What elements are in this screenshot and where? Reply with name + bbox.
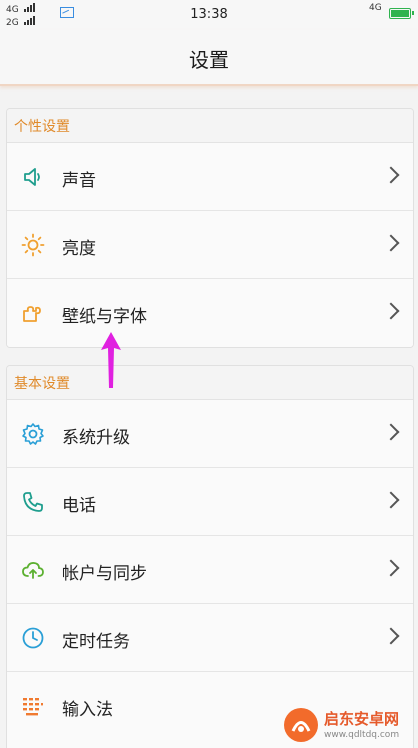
speaker-icon [24,168,40,186]
gear-icon [22,423,44,445]
settings-item-wallpaper-font[interactable]: 壁纸与字体 [7,279,413,347]
chevron-right-icon [382,166,400,184]
watermark-url: www.qdltdq.com [324,730,400,740]
settings-item-label: 壁纸与字体 [62,307,147,327]
settings-item-label: 系统升级 [62,428,130,448]
watermark: 启东安卓网 www.qdltdq.com [282,700,418,748]
settings-item-label: 电话 [62,496,96,516]
watermark-logo-icon [284,708,318,742]
keyboard-icon [23,698,43,716]
section-personalization: 个性设置 声音 亮度 壁纸与字体 [6,108,414,348]
settings-item-brightness[interactable]: 亮度 [7,211,413,279]
settings-item-label: 声音 [62,171,96,191]
phone-icon [23,492,43,512]
status-bar: 4G 2G 13:38 4G [0,0,418,30]
clock-icon [22,627,44,649]
settings-item-system-update[interactable]: 系统升级 [7,400,413,468]
sun-icon [21,233,45,257]
chevron-right-icon [382,559,400,577]
chevron-right-icon [382,627,400,645]
settings-item-scheduled-tasks[interactable]: 定时任务 [7,604,413,672]
status-time: 13:38 [190,7,228,22]
puzzle-icon [23,306,41,322]
battery-fill [391,10,409,17]
settings-item-label: 帐户与同步 [62,564,147,584]
network-indicator-right: 4G [369,3,382,13]
section-header: 基本设置 [7,366,413,400]
chevron-right-icon [382,234,400,252]
chevron-right-icon [382,491,400,509]
cloud-sync-icon [22,562,44,579]
settings-item-sound[interactable]: 声音 [7,143,413,211]
battery-icon [389,8,414,19]
annotation-arrow-icon [101,332,121,388]
chevron-right-icon [382,423,400,441]
title-bar: 设置 [0,30,418,86]
settings-item-label: 定时任务 [62,632,130,652]
settings-item-phone[interactable]: 电话 [7,468,413,536]
settings-item-label: 亮度 [62,239,96,259]
settings-item-label: 输入法 [62,700,113,720]
section-basic: 基本设置 系统升级 电话 帐户与同步 定时任务 输入法 [6,365,414,748]
settings-item-account-sync[interactable]: 帐户与同步 [7,536,413,604]
page-title: 设置 [189,48,229,72]
watermark-title: 启东安卓网 [324,710,400,728]
section-header: 个性设置 [7,109,413,143]
chevron-right-icon [382,302,400,320]
